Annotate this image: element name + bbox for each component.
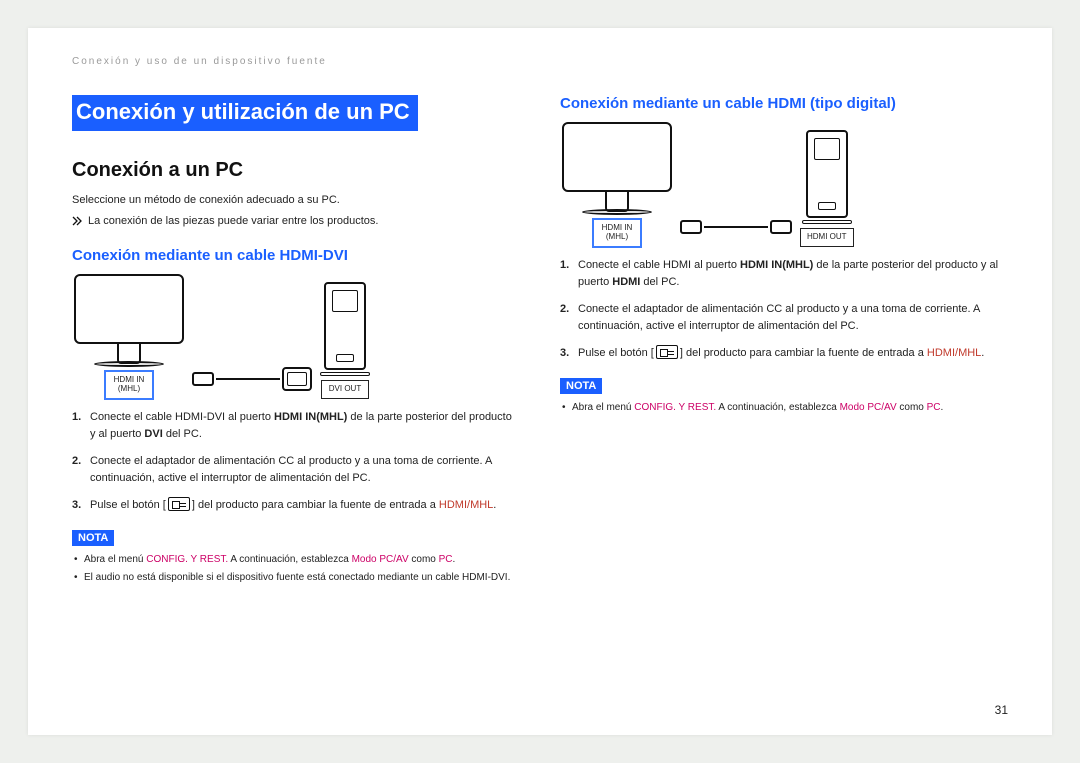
two-column-layout: Conexión y utilización de un PC Conexión… [72, 95, 1008, 588]
nota-item: Abra el menú CONFIG. Y REST. A continuac… [560, 400, 1008, 416]
step-3: Pulse el botón [] del producto para camb… [72, 497, 520, 514]
subsection-heading: Conexión mediante un cable HDMI (tipo di… [560, 95, 1008, 112]
subsection-heading: Conexión mediante un cable HDMI-DVI [72, 247, 520, 264]
nota-item: Abra el menú CONFIG. Y REST. A continuac… [72, 552, 520, 568]
connection-diagram-hdmi: HDMI IN (MHL) HDMI OUT [562, 122, 1008, 247]
monitor-graphic: HDMI IN (MHL) [562, 122, 672, 247]
nota-list: Abra el menú CONFIG. Y REST. A continuac… [560, 400, 1008, 416]
nota-item: El audio no está disponible si el dispos… [72, 570, 520, 586]
manual-page: Conexión y uso de un dispositivo fuente … [28, 28, 1052, 735]
port-label-hdmi-in: HDMI IN (MHL) [593, 219, 641, 247]
step-2: Conecte el adaptador de alimentación CC … [72, 453, 520, 487]
connection-diagram-hdmi-dvi: HDMI IN (MHL) DVI OUT [74, 274, 520, 399]
chevron-icon [72, 215, 82, 232]
step-2: Conecte el adaptador de alimentación CC … [560, 301, 1008, 335]
port-label-dvi-out: DVI OUT [321, 380, 369, 399]
source-button-icon [656, 345, 678, 359]
main-title: Conexión y utilización de un PC [72, 95, 418, 131]
steps-list: Conecte el cable HDMI al puerto HDMI IN(… [560, 257, 1008, 362]
monitor-graphic: HDMI IN (MHL) [74, 274, 184, 399]
cable-graphic [680, 207, 792, 247]
step-1: Conecte el cable HDMI al puerto HDMI IN(… [560, 257, 1008, 291]
right-column: Conexión mediante un cable HDMI (tipo di… [560, 95, 1008, 588]
port-label-hdmi-out: HDMI OUT [800, 228, 854, 247]
intro-text: Seleccione un método de conexión adecuad… [72, 192, 520, 209]
cable-graphic [192, 359, 312, 399]
steps-list: Conecte el cable HDMI-DVI al puerto HDMI… [72, 409, 520, 514]
note-text: La conexión de las piezas puede variar e… [88, 213, 378, 232]
source-button-icon [168, 497, 190, 511]
page-number: 31 [995, 703, 1008, 717]
section-heading: Conexión a un PC [72, 159, 520, 182]
left-column: Conexión y utilización de un PC Conexión… [72, 95, 520, 588]
note-bullet: La conexión de las piezas puede variar e… [72, 213, 520, 232]
nota-list: Abra el menú CONFIG. Y REST. A continuac… [72, 552, 520, 586]
nota-badge: NOTA [560, 378, 602, 394]
nota-badge: NOTA [72, 530, 114, 546]
pc-graphic: DVI OUT [320, 282, 370, 399]
chapter-header: Conexión y uso de un dispositivo fuente [72, 56, 1008, 67]
step-3: Pulse el botón [] del producto para camb… [560, 345, 1008, 362]
port-label-hdmi-in: HDMI IN (MHL) [105, 371, 153, 399]
step-1: Conecte el cable HDMI-DVI al puerto HDMI… [72, 409, 520, 443]
pc-graphic: HDMI OUT [800, 130, 854, 247]
